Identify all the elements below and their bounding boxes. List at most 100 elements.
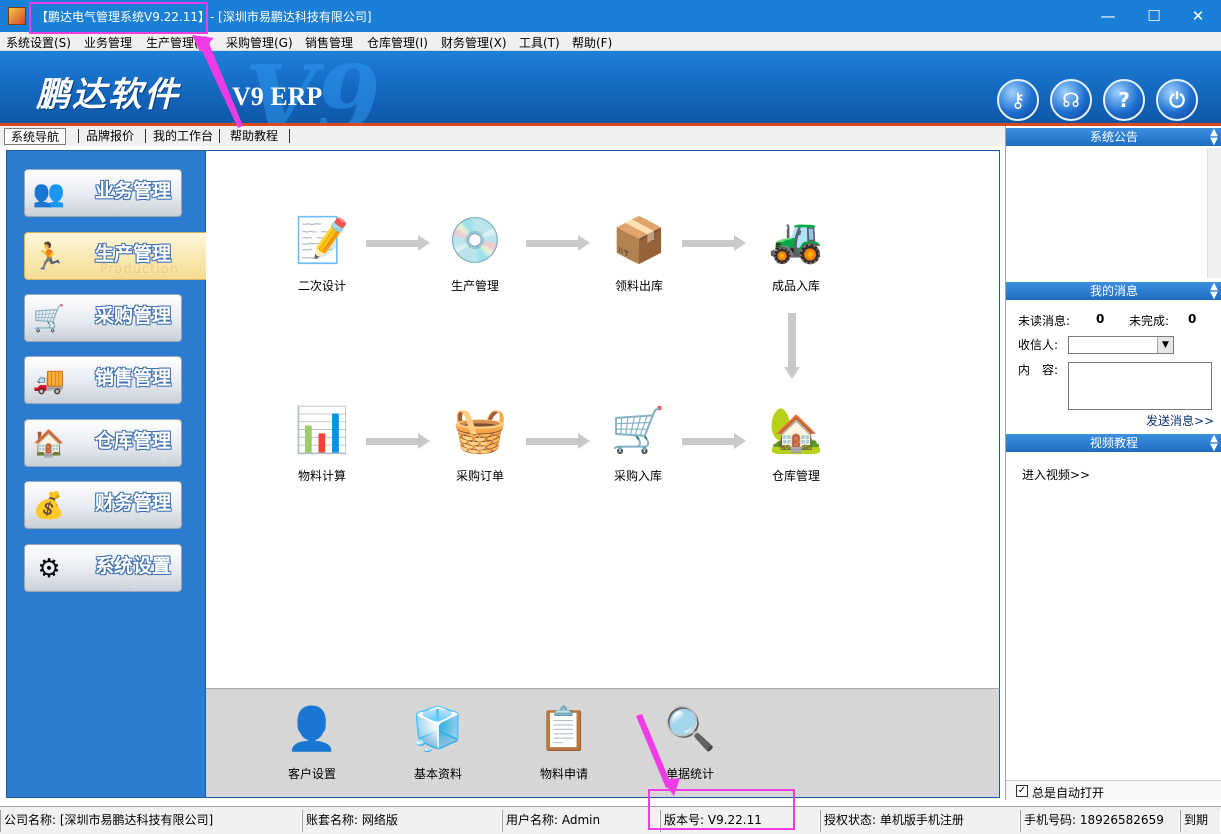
menu-system[interactable]: 系统设置(S) [6, 34, 71, 51]
flow-label: 领料出库 [614, 279, 663, 293]
nav-sublabel: Storage [119, 449, 177, 464]
menu-purchase[interactable]: 采购管理(G) [226, 34, 293, 51]
menu-warehouse[interactable]: 仓库管理(I) [367, 34, 428, 51]
unread-count: 0 [1096, 312, 1105, 326]
flow-secondary-design[interactable]: 📝 二次设计 [272, 209, 372, 294]
send-message-link[interactable]: 发送消息>> [1146, 412, 1214, 429]
shortcut-document-stats[interactable]: 🔍 单据统计 [640, 699, 740, 782]
flow-purchase-order[interactable]: 🧺 采购订单 [430, 399, 530, 484]
tab-divider [289, 129, 290, 143]
flow-production[interactable]: 💿 生产管理 [425, 209, 525, 294]
flow-material-issue[interactable]: 📦 领料出库 [589, 209, 689, 294]
nav-sublabel: System [122, 574, 177, 589]
notice-header[interactable]: 系统公告 ▲ ▼ [1006, 128, 1221, 147]
recipient-select[interactable]: ▼ [1068, 336, 1174, 354]
tab-workbench[interactable]: 我的工作台 [147, 128, 219, 145]
money-icon: 💰 [32, 491, 66, 521]
shortcut-basic-data[interactable]: 🧊 基本资料 [388, 699, 488, 782]
tab-help-tutorial[interactable]: 帮助教程 [224, 128, 284, 145]
runner-icon: 🏃 [32, 242, 66, 272]
content-textarea[interactable] [1068, 362, 1212, 410]
collapse-icon[interactable]: ▲ ▼ [1210, 128, 1218, 147]
tab-divider [219, 129, 220, 143]
menu-sales[interactable]: 销售管理 [305, 34, 353, 51]
shortcut-label: 物料申请 [539, 767, 588, 781]
shortcut-label: 客户设置 [287, 767, 336, 781]
nav-system[interactable]: ⚙ 系统设置 System [24, 544, 182, 592]
flow-purchase-receipt[interactable]: 🛒 采购入库 [588, 399, 688, 484]
maximize-button[interactable]: ☐ [1131, 0, 1177, 32]
notice-scrollbar[interactable] [1207, 148, 1221, 278]
gear-icon: ⚙ [37, 554, 61, 584]
cart-icon: 🛒 [610, 405, 666, 456]
flow-arrow [526, 433, 590, 449]
menu-tools[interactable]: 工具(T) [519, 34, 560, 51]
nav-finance[interactable]: 💰 财务管理 Finance [24, 481, 182, 529]
nav-storage[interactable]: 🏠 仓库管理 Storage [24, 419, 182, 467]
key-icon[interactable]: ⚷ [997, 79, 1039, 121]
shortcut-material-request[interactable]: 📋 物料申请 [514, 699, 614, 782]
banner: V9 鹏达软件 V9 ERP [0, 51, 1221, 123]
right-panel: 系统公告 ▲ ▼ 我的消息 ▲ ▼ 未读消息: 0 未完成: 0 收信人: ▼ 内 … [1005, 126, 1221, 800]
auto-open-checkbox[interactable]: ✓ [1016, 785, 1028, 797]
basket-icon: 🧺 [452, 405, 508, 456]
forklift-icon: 🚜 [768, 215, 824, 266]
flow-arrow [366, 235, 430, 251]
flow-arrow [682, 433, 746, 449]
flow-label: 二次设计 [297, 279, 346, 293]
video-header[interactable]: 视频教程 ▲ ▼ [1006, 434, 1221, 453]
app-icon[interactable] [8, 7, 26, 25]
flow-label: 生产管理 [450, 279, 499, 293]
flow-warehouse[interactable]: 🏡 仓库管理 [746, 399, 846, 484]
product-name: V9 ERP [232, 82, 323, 111]
close-button[interactable]: ✕ [1175, 0, 1221, 32]
flow-finished-goods-in[interactable]: 🚜 成品入库 [746, 209, 846, 294]
flow-material-calc[interactable]: 📊 物料计算 [272, 399, 372, 484]
flow-label: 仓库管理 [771, 469, 820, 483]
tab-strip: 系统导航 品牌报价 我的工作台 帮助教程 [0, 126, 1005, 146]
magnifier-icon: 🔍 [663, 704, 717, 753]
messages-title: 我的消息 [1089, 284, 1138, 298]
menu-business[interactable]: 业务管理 [84, 34, 132, 51]
nav-sales[interactable]: 🚚 销售管理 Sales [24, 356, 182, 404]
help-icon[interactable]: ? [1103, 79, 1145, 121]
chevron-down-icon[interactable]: ▼ [1157, 337, 1173, 353]
support-icon[interactable]: ☊ [1050, 79, 1092, 121]
tab-brand-quote[interactable]: 品牌报价 [80, 128, 140, 145]
tab-system-nav[interactable]: 系统导航 [4, 128, 67, 145]
minimize-button[interactable]: — [1085, 0, 1131, 32]
menu-production[interactable]: 生产管理(P) [146, 34, 211, 51]
shortcut-label: 基本资料 [413, 767, 462, 781]
nav-sublabel: Purchase [109, 324, 177, 339]
nav-business[interactable]: 👥 业务管理 Business [24, 169, 182, 217]
house-icon: 🏡 [768, 405, 824, 456]
enter-video-link[interactable]: 进入视频>> [1022, 466, 1090, 483]
disc-icon: 💿 [447, 215, 503, 266]
flow-arrow [366, 433, 430, 449]
status-phone: 手机号码: 18926582659 [1020, 810, 1180, 832]
shortcut-bar: 👤 客户设置 🧊 基本资料 📋 物料申请 🔍 单据统计 [206, 688, 1000, 798]
flow-label: 成品入库 [771, 279, 820, 293]
tab-divider [145, 129, 146, 143]
status-user: 用户名称: Admin [502, 810, 660, 832]
flow-label: 采购入库 [613, 469, 662, 483]
brand-logo: 鹏达软件 [36, 75, 180, 115]
module-nav: 👥 业务管理 Business 🏃 生产管理 Production 🛒 采购管理… [6, 150, 207, 798]
menu-help[interactable]: 帮助(F) [572, 34, 612, 51]
nav-sublabel: Production [99, 262, 179, 277]
nav-sublabel: Finance [120, 511, 177, 526]
collapse-icon[interactable]: ▲ ▼ [1210, 282, 1218, 301]
shortcut-label: 单据统计 [665, 767, 714, 781]
nav-purchase[interactable]: 🛒 采购管理 Purchase [24, 294, 182, 342]
nav-sublabel: Sales [137, 386, 177, 401]
collapse-icon[interactable]: ▲ ▼ [1210, 434, 1218, 453]
menu-finance[interactable]: 财务管理(X) [441, 34, 507, 51]
nav-sublabel: Business [111, 199, 177, 214]
flow-label: 采购订单 [455, 469, 504, 483]
shortcut-customer-settings[interactable]: 👤 客户设置 [262, 699, 362, 782]
messages-header[interactable]: 我的消息 ▲ ▼ [1006, 282, 1221, 301]
unfinished-count: 0 [1188, 312, 1197, 326]
nav-production[interactable]: 🏃 生产管理 Production [24, 232, 207, 280]
unfinished-label: 未完成: [1129, 314, 1170, 328]
power-icon[interactable]: ⏻ [1156, 79, 1198, 121]
